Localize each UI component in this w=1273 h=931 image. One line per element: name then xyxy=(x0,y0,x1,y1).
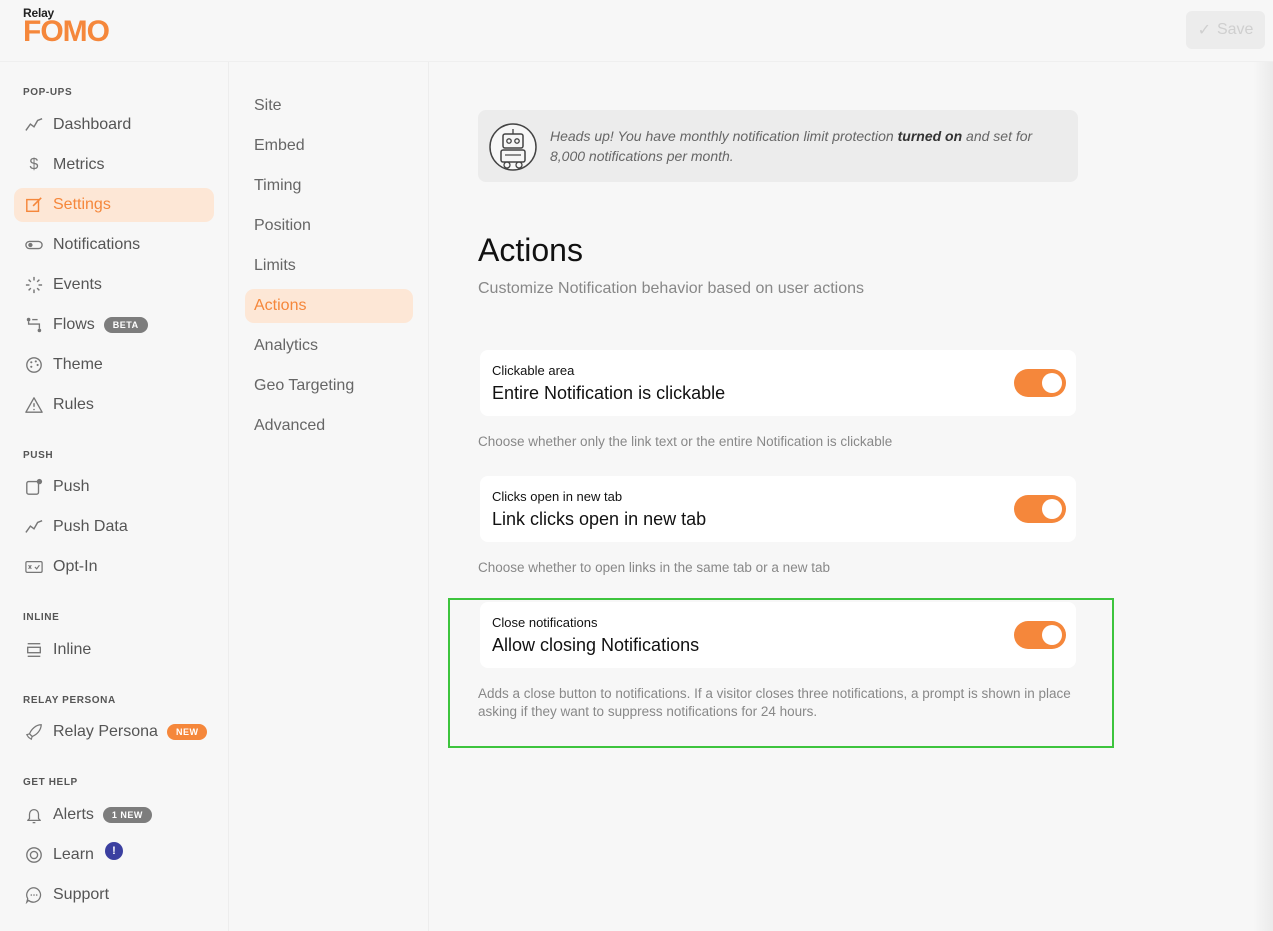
sidebar-item-push[interactable]: Push xyxy=(14,470,214,504)
notice-text-before: Heads up! You have monthly notification … xyxy=(550,128,898,144)
sidebar-item-notifications[interactable]: Notifications xyxy=(14,228,214,262)
page-subtitle: Customize Notification behavior based on… xyxy=(478,280,864,297)
sidebar-item-label: Settings xyxy=(53,196,111,213)
setting-value: Entire Notification is clickable xyxy=(492,383,726,403)
warning-icon xyxy=(24,395,44,415)
notice-text: Heads up! You have monthly notification … xyxy=(550,126,1060,166)
notice-text-bold: turned on xyxy=(897,128,963,144)
edit-icon xyxy=(24,195,44,215)
sidebar-item-label: Metrics xyxy=(53,156,105,173)
sidebar-item-label: Opt-In xyxy=(53,558,98,575)
sidebar-item-flows[interactable]: Flows BETA xyxy=(14,308,214,342)
sidebar-item-label: Rules xyxy=(53,396,94,413)
toggle-knob xyxy=(1042,373,1062,393)
section-title-push: PUSH xyxy=(23,450,54,461)
bell-icon xyxy=(24,805,44,825)
toggle-icon xyxy=(24,235,44,255)
setting-card-clickable-area: Clickable area Entire Notification is cl… xyxy=(480,350,1076,416)
toggle-knob xyxy=(1042,499,1062,519)
page-title: Actions xyxy=(478,232,583,268)
palette-icon xyxy=(24,355,44,375)
clickable-area-toggle[interactable] xyxy=(1014,369,1066,397)
sidebar-item-label: Events xyxy=(53,276,102,293)
sidebar-item-label: Flows xyxy=(53,316,95,333)
push-icon xyxy=(24,477,44,497)
learn-alert-badge: ! xyxy=(105,842,123,860)
sidebar-item-dashboard[interactable]: Dashboard xyxy=(14,108,214,142)
sidebar-item-label: Relay Persona xyxy=(53,723,158,740)
sidebar-item-relay-persona[interactable]: Relay Persona NEW xyxy=(14,715,214,749)
sidebar-item-rules[interactable]: Rules xyxy=(14,388,214,422)
top-bar: Relay FOMO ✓ Save xyxy=(0,0,1273,62)
chart-line-icon xyxy=(24,517,44,537)
section-title-pop-ups: POP-UPS xyxy=(23,87,73,98)
relay-fomo-logo[interactable]: Relay FOMO xyxy=(23,6,110,48)
check-icon: ✓ xyxy=(1197,22,1211,39)
logo-fomo-text: FOMO xyxy=(23,15,110,48)
sidebar-item-label: Support xyxy=(53,886,110,903)
alerts-count-badge: 1 NEW xyxy=(102,807,152,823)
setting-card-close-notifications: Close notifications Allow closing Notifi… xyxy=(480,602,1076,668)
setting-label: Close notifications xyxy=(492,615,598,630)
sidebar-item-label: Dashboard xyxy=(53,116,132,133)
chat-icon xyxy=(24,885,44,905)
sidebar-item-push-data[interactable]: Push Data xyxy=(14,510,214,544)
sidebar-item-opt-in[interactable]: Opt-In xyxy=(14,550,214,584)
opt-in-icon xyxy=(24,557,44,577)
new-badge: NEW xyxy=(166,724,208,740)
sidebar-item-support[interactable]: Support xyxy=(14,878,214,912)
close-notifications-toggle[interactable] xyxy=(1014,621,1066,649)
sidebar-item-theme[interactable]: Theme xyxy=(14,348,214,382)
sidebar-item-events[interactable]: Events xyxy=(14,268,214,302)
sidebar-item-label: Theme xyxy=(53,356,103,373)
subnav-item-position[interactable]: Position xyxy=(245,209,413,243)
setting-label: Clickable area xyxy=(492,363,575,378)
section-title-inline: INLINE xyxy=(23,612,60,623)
save-label: Save xyxy=(1216,21,1254,38)
setting-value: Allow closing Notifications xyxy=(492,635,700,655)
toggle-knob xyxy=(1042,625,1062,645)
sidebar-item-settings[interactable]: Settings xyxy=(14,188,214,222)
lifebuoy-icon xyxy=(24,845,44,865)
subnav-item-actions[interactable]: Actions xyxy=(245,289,413,323)
sidebar-item-alerts[interactable]: Alerts 1 NEW xyxy=(14,798,214,832)
sidebar-item-label: Notifications xyxy=(53,236,141,253)
chart-line-icon xyxy=(24,115,44,135)
sidebar-item-metrics[interactable]: $ Metrics xyxy=(14,148,214,182)
spinner-icon xyxy=(24,275,44,295)
save-button[interactable]: ✓ Save xyxy=(1186,11,1265,49)
page-edge-shadow xyxy=(1253,62,1273,931)
sidebar-item-inline[interactable]: Inline xyxy=(14,633,214,667)
dollar-icon: $ xyxy=(29,156,39,173)
subnav-item-analytics[interactable]: Analytics xyxy=(245,329,413,363)
section-title-get-help: GET HELP xyxy=(23,777,78,788)
subnav-item-advanced[interactable]: Advanced xyxy=(245,409,413,443)
section-title-relay-persona: RELAY PERSONA xyxy=(23,695,116,706)
subnav-item-geo-targeting[interactable]: Geo Targeting xyxy=(245,369,413,403)
setting-value: Link clicks open in new tab xyxy=(492,509,707,529)
flow-icon xyxy=(24,315,44,335)
setting-help-close-notifications: Adds a close button to notifications. If… xyxy=(478,686,1071,719)
new-tab-toggle[interactable] xyxy=(1014,495,1066,523)
beta-badge: BETA xyxy=(103,317,148,333)
sidebar-item-label: Push Data xyxy=(53,518,128,535)
sidebar-item-label: Inline xyxy=(53,641,92,658)
sidebar-item-label: Alerts xyxy=(53,806,94,823)
limit-protection-notice: Heads up! You have monthly notification … xyxy=(478,110,1078,182)
robot-icon xyxy=(489,123,537,171)
subnav-item-timing[interactable]: Timing xyxy=(245,169,413,203)
setting-card-new-tab: Clicks open in new tab Link clicks open … xyxy=(480,476,1076,542)
sidebar-item-label: Learn xyxy=(53,846,94,863)
sidebar-item-label: Push xyxy=(53,478,90,495)
setting-help-clickable-area: Choose whether only the link text or the… xyxy=(478,434,893,449)
subnav-item-embed[interactable]: Embed xyxy=(245,129,413,163)
rocket-icon xyxy=(24,722,44,742)
inline-icon xyxy=(24,640,44,660)
setting-label: Clicks open in new tab xyxy=(492,489,623,504)
setting-help-new-tab: Choose whether to open links in the same… xyxy=(478,560,830,575)
subnav-item-limits[interactable]: Limits xyxy=(245,249,413,283)
subnav-item-site[interactable]: Site xyxy=(245,89,413,123)
